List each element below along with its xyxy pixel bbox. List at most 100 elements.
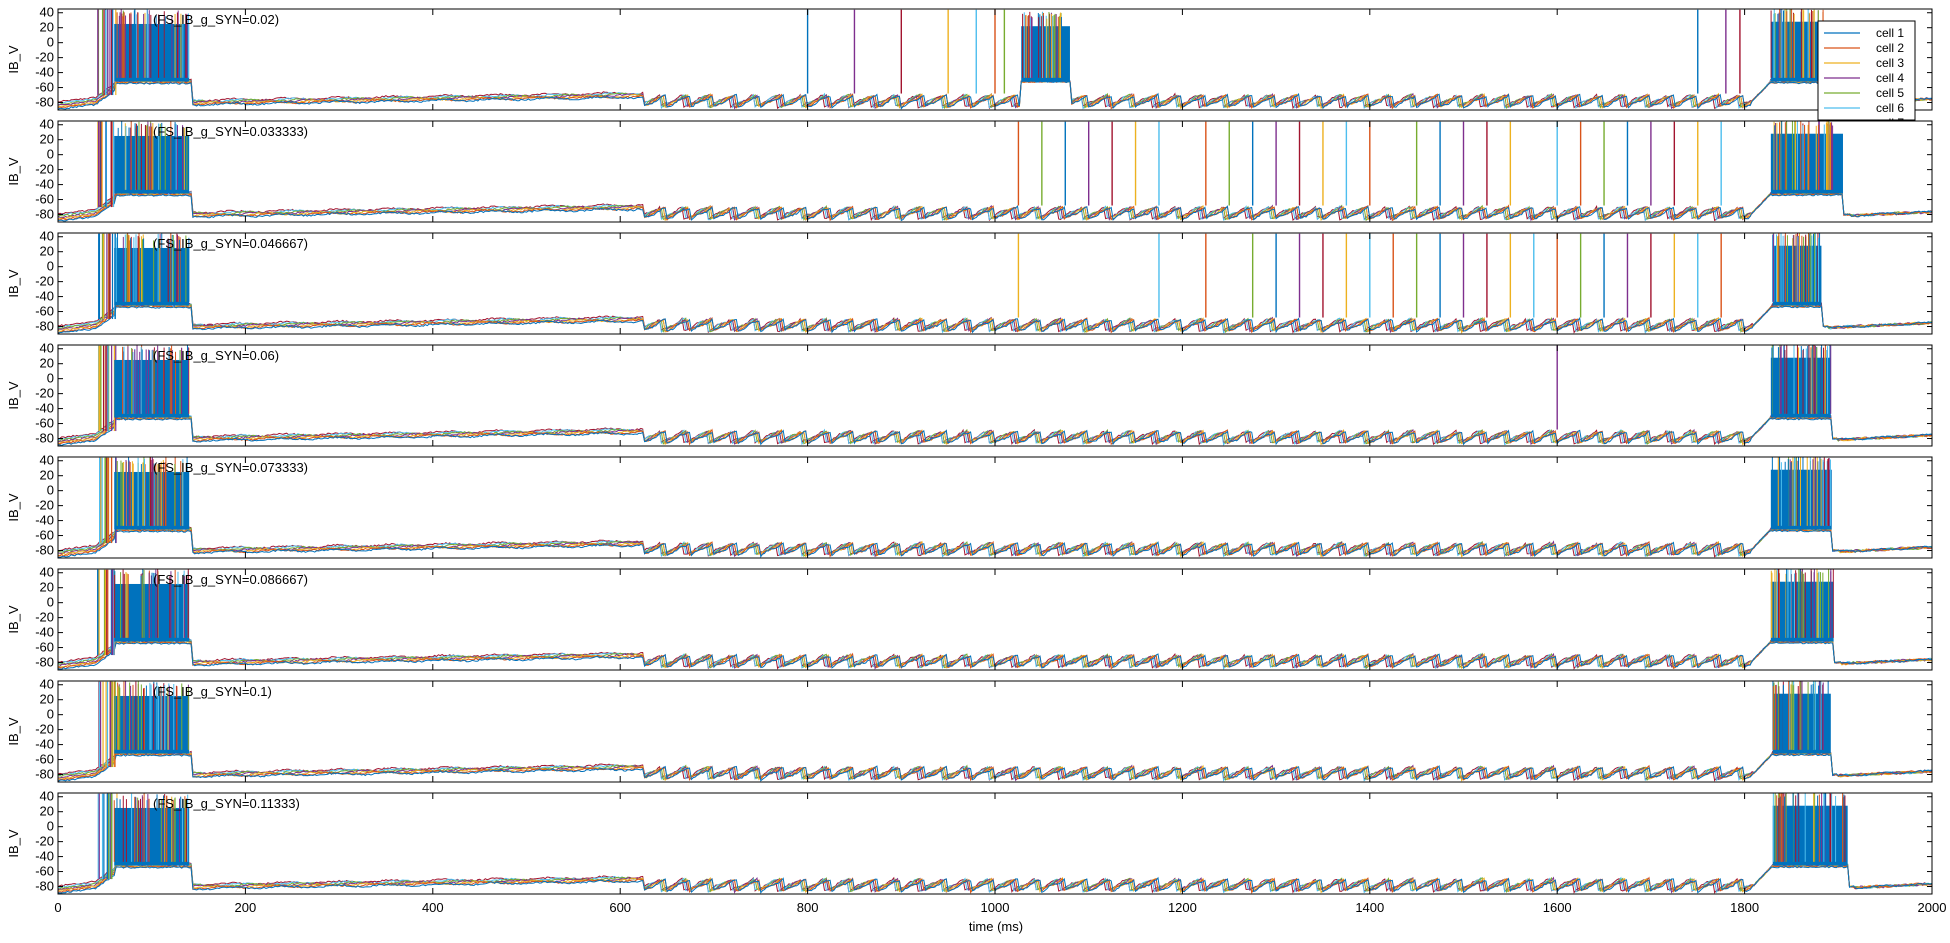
x-tick-label: 1000 [981, 900, 1010, 915]
x-axis-label: time (ms) [969, 919, 1023, 934]
legend-label: cell 6 [1876, 101, 1904, 115]
axes-box [57, 344, 1933, 447]
y-tick-label: 0 [47, 819, 54, 834]
y-tick-label: -80 [35, 95, 54, 110]
subplot-title: (FS_IB_g_SYN=0.033333) [153, 124, 308, 139]
burst [1770, 121, 1843, 194]
x-tick-label: 400 [422, 900, 444, 915]
y-tick-label: -80 [35, 767, 54, 782]
y-tick-label: 40 [40, 565, 54, 580]
y-tick-label: -60 [35, 304, 54, 319]
y-tick-label: 0 [47, 483, 54, 498]
y-tick-label: -80 [35, 431, 54, 446]
traces [58, 121, 1932, 222]
y-tick-label: -60 [35, 192, 54, 207]
x-tick-label: 0 [54, 900, 61, 915]
y-tick-label: 40 [40, 789, 54, 804]
y-tick-label: -40 [35, 65, 54, 80]
y-tick-label: 40 [40, 229, 54, 244]
y-tick-label: 20 [40, 20, 54, 35]
axes-box [57, 792, 1933, 895]
burst [1770, 9, 1825, 82]
y-tick-label: -20 [35, 498, 54, 513]
axes-box [57, 568, 1933, 671]
y-axis-label: IB_V [6, 269, 21, 298]
y-axis-label: IB_V [6, 45, 21, 74]
y-tick-label: -60 [35, 864, 54, 879]
y-tick-label: 0 [47, 147, 54, 162]
y-tick-label: 0 [47, 707, 54, 722]
y-tick-label: -40 [35, 401, 54, 416]
subplot-title: (FS_IB_g_SYN=0.02) [153, 12, 279, 27]
y-tick-label: -20 [35, 50, 54, 65]
subplot-title: (FS_IB_g_SYN=0.046667) [153, 236, 308, 251]
subplots: 40200-20-40-60-80IB_V(FS_IB_g_SYN=0.02)4… [6, 5, 1933, 895]
figure: 40200-20-40-60-80IB_V(FS_IB_g_SYN=0.02)4… [6, 5, 1946, 934]
x-tick-label: 800 [797, 900, 819, 915]
y-tick-label: -40 [35, 849, 54, 864]
y-tick-label: 20 [40, 692, 54, 707]
legend-label: cell 4 [1876, 71, 1904, 85]
y-tick-label: 40 [40, 677, 54, 692]
subplot-title: (FS_IB_g_SYN=0.086667) [153, 572, 308, 587]
subplot-4: 40200-20-40-60-80 IB_V (FS_IB_g_SYN=0.06) [6, 341, 1933, 447]
y-tick-label: -20 [35, 610, 54, 625]
traces [58, 457, 1932, 558]
traces [58, 233, 1932, 334]
legend-label: cell 2 [1876, 41, 1904, 55]
y-axis-label: IB_V [6, 717, 21, 746]
y-axis-label: IB_V [6, 157, 21, 186]
y-tick-label: -20 [35, 162, 54, 177]
subplot-title: (FS_IB_g_SYN=0.06) [153, 348, 279, 363]
y-tick-label: -20 [35, 722, 54, 737]
y-tick-label: 20 [40, 580, 54, 595]
y-tick-label: -40 [35, 625, 54, 640]
y-tick-label: -40 [35, 737, 54, 752]
y-axis-label: IB_V [6, 605, 21, 634]
traces [58, 569, 1932, 670]
y-tick-label: -80 [35, 319, 54, 334]
y-tick-label: -60 [35, 416, 54, 431]
y-tick-label: -20 [35, 834, 54, 849]
y-tick-label: -40 [35, 289, 54, 304]
y-tick-label: 0 [47, 371, 54, 386]
y-tick-label: -60 [35, 752, 54, 767]
y-tick-label: -60 [35, 640, 54, 655]
x-tick-label: 600 [609, 900, 631, 915]
y-axis-label: IB_V [6, 493, 21, 522]
traces [58, 793, 1932, 894]
y-tick-label: 0 [47, 35, 54, 50]
burst [1021, 11, 1070, 82]
legend: cell 1cell 2cell 3cell 4cell 5cell 6cell… [1817, 20, 1916, 130]
x-tick-label: 2000 [1918, 900, 1947, 915]
x-tick-label: 1400 [1355, 900, 1384, 915]
y-tick-label: 0 [47, 259, 54, 274]
subplot-2: 40200-20-40-60-80 IB_V (FS_IB_g_SYN=0.0333… [6, 117, 1933, 223]
y-tick-label: -40 [35, 513, 54, 528]
x-tick-label: 200 [235, 900, 257, 915]
subplot-5: 40200-20-40-60-80 IB_V (FS_IB_g_SYN=0.0733… [6, 453, 1933, 559]
x-tick-label: 1600 [1543, 900, 1572, 915]
axes-box [57, 680, 1933, 783]
x-axis: 0 200 400 600 800 1000 1200 1400 1600 1800 2000 [54, 900, 1946, 915]
y-tick-label: 20 [40, 804, 54, 819]
y-tick-label: 0 [47, 595, 54, 610]
legend-label: cell 3 [1876, 56, 1904, 70]
y-tick-label: -20 [35, 386, 54, 401]
subplot-3: 40200-20-40-60-80 IB_V (FS_IB_g_SYN=0.0466… [6, 229, 1933, 335]
legend-label: cell 7 [1876, 116, 1904, 130]
subplot-7: 40200-20-40-60-80 IB_V (FS_IB_g_SYN=0.1) [6, 677, 1933, 783]
subplot-title: (FS_IB_g_SYN=0.11333) [153, 796, 300, 811]
x-tick-label: 1800 [1730, 900, 1759, 915]
y-tick-label: -60 [35, 528, 54, 543]
y-tick-label: 20 [40, 468, 54, 483]
y-axis-label: IB_V [6, 829, 21, 858]
y-tick-label: 20 [40, 132, 54, 147]
burst [1770, 457, 1832, 530]
y-tick-label: 20 [40, 244, 54, 259]
traces [58, 345, 1932, 446]
legend-label: cell 5 [1876, 86, 1904, 100]
y-tick-label: 40 [40, 5, 54, 20]
y-tick-label: -20 [35, 274, 54, 289]
y-tick-label: -80 [35, 207, 54, 222]
